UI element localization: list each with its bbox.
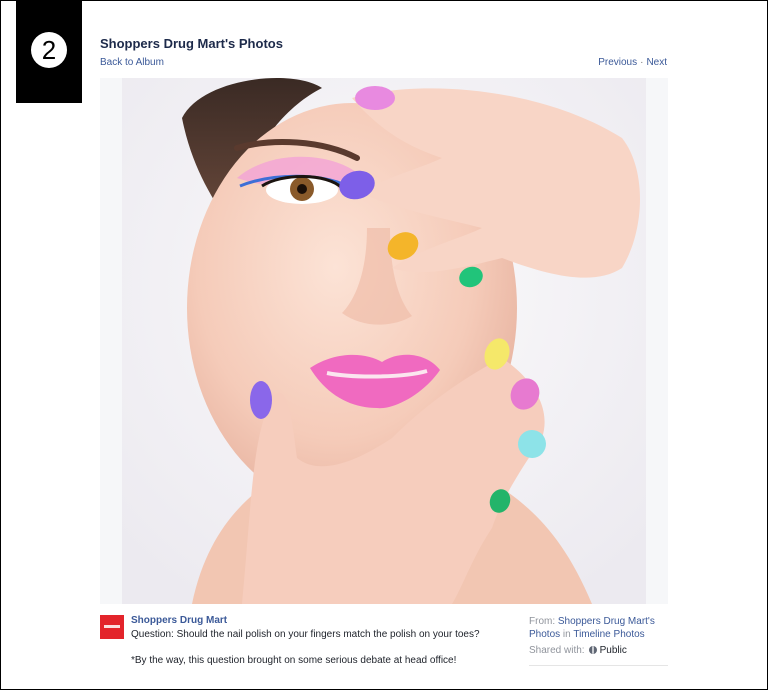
step-badge: 2	[16, 0, 82, 103]
logo-mark	[104, 625, 120, 628]
post-note: *By the way, this question brought on so…	[131, 655, 457, 666]
divider	[529, 665, 668, 666]
shared-with: Shared with: Public	[529, 645, 668, 656]
photo[interactable]	[122, 78, 646, 604]
step-number: 2	[31, 32, 67, 68]
in-label: in	[562, 629, 571, 640]
shared-label: Shared with:	[529, 645, 585, 656]
globe-icon	[588, 646, 597, 654]
album-title: Shoppers Drug Mart's Photos	[100, 36, 283, 51]
photo-stage	[100, 78, 668, 604]
album-link[interactable]: Timeline Photos	[573, 629, 644, 640]
back-to-album-link[interactable]: Back to Album	[100, 57, 164, 68]
page-name-link[interactable]: Shoppers Drug Mart	[131, 615, 227, 626]
photo-pager: Previous · Next	[598, 57, 667, 68]
post-question: Question: Should the nail polish on your…	[131, 629, 480, 640]
audience-value[interactable]: Public	[600, 645, 627, 656]
page-logo[interactable]	[100, 615, 124, 639]
next-link[interactable]: Next	[646, 57, 667, 68]
from-label: From:	[529, 616, 556, 627]
previous-link[interactable]: Previous	[598, 57, 637, 68]
portrait-photo-image	[122, 78, 646, 604]
post-caption-area: Shoppers Drug Mart Question: Should the …	[100, 612, 668, 686]
photo-meta: From: Shoppers Drug Mart's Photos in Tim…	[529, 615, 668, 641]
